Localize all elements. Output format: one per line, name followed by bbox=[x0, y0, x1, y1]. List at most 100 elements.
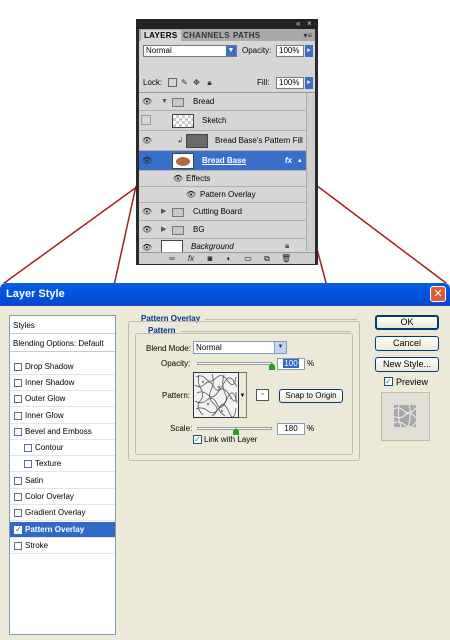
tab-paths[interactable]: PATHS bbox=[233, 30, 260, 41]
expand-triangle-right-icon[interactable]: ▶ bbox=[161, 225, 166, 235]
lock-position-move-icon[interactable]: ✥ bbox=[192, 78, 201, 87]
collapse-palette-button[interactable]: « bbox=[296, 19, 300, 29]
style-list-item[interactable]: Texture bbox=[10, 456, 115, 472]
link-layers-icon[interactable]: ∞ bbox=[167, 253, 177, 264]
style-list-item[interactable]: Styles bbox=[10, 318, 115, 334]
style-checkbox[interactable] bbox=[14, 477, 22, 485]
new-preset-page-icon[interactable]: ▫ bbox=[256, 389, 269, 401]
eye-visibility-icon[interactable]: 👁︎ bbox=[172, 173, 184, 185]
ok-button[interactable]: OK bbox=[375, 315, 439, 330]
collapse-effects-triangle-icon[interactable]: ▴ bbox=[298, 156, 302, 166]
lock-pixels-brush-icon[interactable]: ✎ bbox=[180, 78, 189, 87]
style-checkbox[interactable] bbox=[24, 460, 32, 468]
layer-blend-mode-select[interactable]: Normal ▼ bbox=[143, 45, 237, 57]
eye-visibility-icon[interactable]: 👁︎ bbox=[141, 135, 153, 147]
layer-row-effects[interactable]: 👁︎ Effects bbox=[139, 171, 307, 187]
fill-arrow-icon[interactable]: ▸ bbox=[305, 77, 313, 89]
style-list-item[interactable]: Contour bbox=[10, 440, 115, 456]
blend-mode-dropdown[interactable]: Normal ▼ bbox=[193, 341, 287, 354]
style-checkbox[interactable] bbox=[24, 444, 32, 452]
link-with-layer-checkbox[interactable]: ✓ bbox=[193, 435, 202, 444]
layer-style-dialog: Layer Style ✕ Styles Blending Options: De… bbox=[0, 283, 450, 640]
chevron-down-icon: ▼ bbox=[274, 342, 286, 353]
folder-icon bbox=[172, 208, 184, 217]
style-checkbox[interactable]: ✓ bbox=[14, 526, 22, 534]
opacity-label: Opacity: bbox=[161, 359, 191, 368]
style-list-item[interactable]: Outer Glow bbox=[10, 391, 115, 407]
eye-visibility-icon[interactable]: 👁︎ bbox=[141, 206, 153, 218]
pattern-swatch-picker[interactable] bbox=[193, 372, 239, 418]
layer-row-sketch[interactable]: Sketch bbox=[139, 111, 307, 131]
style-label: Texture bbox=[35, 459, 62, 468]
new-style-button[interactable]: New Style... bbox=[375, 357, 439, 372]
style-checkbox[interactable] bbox=[14, 395, 22, 403]
new-layer-icon[interactable]: ⧉ bbox=[262, 253, 272, 264]
style-label: Satin bbox=[25, 476, 44, 485]
layer-name: Bread Base bbox=[202, 156, 247, 165]
opacity-slider-track[interactable] bbox=[197, 362, 272, 365]
new-group-folder-icon[interactable]: ▭ bbox=[243, 253, 253, 264]
panel-menu-icon[interactable]: ▾≡ bbox=[303, 30, 312, 41]
style-checkbox[interactable] bbox=[14, 428, 22, 436]
layer-name: Cutting Board bbox=[193, 207, 242, 216]
scale-input[interactable]: 180 bbox=[277, 423, 305, 435]
style-label: Inner Shadow bbox=[25, 378, 75, 387]
eye-visibility-icon[interactable]: 👁︎ bbox=[141, 224, 153, 236]
eye-visibility-icon[interactable]: 👁︎ bbox=[141, 96, 153, 108]
layer-row-bread-base[interactable]: 👁︎ Bread Base fx ▴ bbox=[139, 151, 307, 171]
layer-row-cutting-board[interactable]: 👁︎ ▶ Cutting Board bbox=[139, 203, 307, 221]
close-palette-button[interactable]: × bbox=[307, 19, 312, 29]
lock-all-padlock-icon[interactable]: 🔒︎ bbox=[205, 78, 214, 87]
preview-checkbox[interactable]: ✓ bbox=[384, 377, 393, 386]
style-list-item[interactable]: Gradient Overlay bbox=[10, 505, 115, 521]
add-mask-icon[interactable]: ◙ bbox=[205, 253, 215, 264]
style-list-item[interactable]: Stroke bbox=[10, 538, 115, 554]
tab-channels[interactable]: CHANNELS bbox=[183, 30, 230, 41]
style-list-item[interactable]: Satin bbox=[10, 473, 115, 489]
style-checkbox[interactable] bbox=[14, 363, 22, 371]
tab-layers[interactable]: LAYERS bbox=[141, 30, 181, 41]
panel-tabs: LAYERS CHANNELS PATHS ▾≡ bbox=[139, 29, 315, 41]
hidden-visibility-box-icon[interactable] bbox=[141, 115, 151, 125]
style-checkbox[interactable] bbox=[14, 493, 22, 501]
bread-shape-thumbnail bbox=[176, 157, 190, 166]
opacity-input[interactable]: 100 bbox=[277, 358, 305, 370]
layer-row-bread[interactable]: 👁︎ ▼ Bread bbox=[139, 93, 307, 111]
layer-row-pattern-overlay-effect[interactable]: 👁︎ Pattern Overlay bbox=[139, 187, 307, 203]
layer-row-bg[interactable]: 👁︎ ▶ BG bbox=[139, 221, 307, 239]
layer-list: 👁︎ ▼ Bread Sketch 👁︎ ↲ Bread Base's Patt… bbox=[139, 92, 315, 253]
clipping-mask-arrow-icon: ↲ bbox=[177, 136, 184, 145]
style-checkbox[interactable] bbox=[14, 542, 22, 550]
eye-visibility-icon[interactable]: 👁︎ bbox=[185, 189, 197, 201]
style-list-item[interactable]: Color Overlay bbox=[10, 489, 115, 505]
style-list-item[interactable]: Inner Shadow bbox=[10, 375, 115, 391]
close-icon[interactable]: ✕ bbox=[430, 286, 446, 302]
trash-icon[interactable]: 🗑︎ bbox=[281, 253, 291, 264]
layer-opacity-input[interactable]: 100% bbox=[276, 45, 304, 57]
style-list-item[interactable]: Bevel and Emboss bbox=[10, 424, 115, 440]
style-list-item[interactable]: ✓ Pattern Overlay bbox=[10, 522, 115, 538]
style-checkbox[interactable] bbox=[14, 379, 22, 387]
snap-to-origin-button[interactable]: Snap to Origin bbox=[279, 389, 343, 403]
style-list-item[interactable]: Drop Shadow bbox=[10, 359, 115, 375]
expand-triangle-down-icon[interactable]: ▼ bbox=[161, 97, 168, 107]
blend-mode-value: Normal bbox=[196, 343, 222, 352]
layer-row-pattern-fill[interactable]: 👁︎ ↲ Bread Base's Pattern Fill bbox=[139, 131, 307, 151]
pattern-dropdown-arrow-icon[interactable]: ▼ bbox=[239, 372, 247, 418]
opacity-arrow-icon[interactable]: ▸ bbox=[305, 45, 313, 57]
adjustment-layer-icon[interactable]: ◐ bbox=[224, 253, 234, 264]
style-list-item[interactable]: Blending Options: Default bbox=[10, 336, 115, 352]
lock-transparency-icon[interactable] bbox=[168, 78, 177, 87]
dialog-title-bar[interactable]: Layer Style ✕ bbox=[0, 283, 450, 306]
eye-visibility-icon[interactable]: 👁︎ bbox=[141, 155, 153, 167]
layer-list-scrollbar[interactable] bbox=[306, 93, 315, 251]
fx-effects-icon[interactable]: fx bbox=[285, 156, 292, 166]
style-checkbox[interactable] bbox=[14, 509, 22, 517]
expand-triangle-right-icon[interactable]: ▶ bbox=[161, 207, 166, 217]
layer-fill-input[interactable]: 100% bbox=[276, 77, 304, 89]
cancel-button[interactable]: Cancel bbox=[375, 336, 439, 351]
padlock-icon: 🔒︎ bbox=[285, 241, 290, 250]
fx-add-style-icon[interactable]: fx bbox=[186, 253, 196, 264]
style-checkbox[interactable] bbox=[14, 412, 22, 420]
style-list-item[interactable]: Inner Glow bbox=[10, 408, 115, 424]
